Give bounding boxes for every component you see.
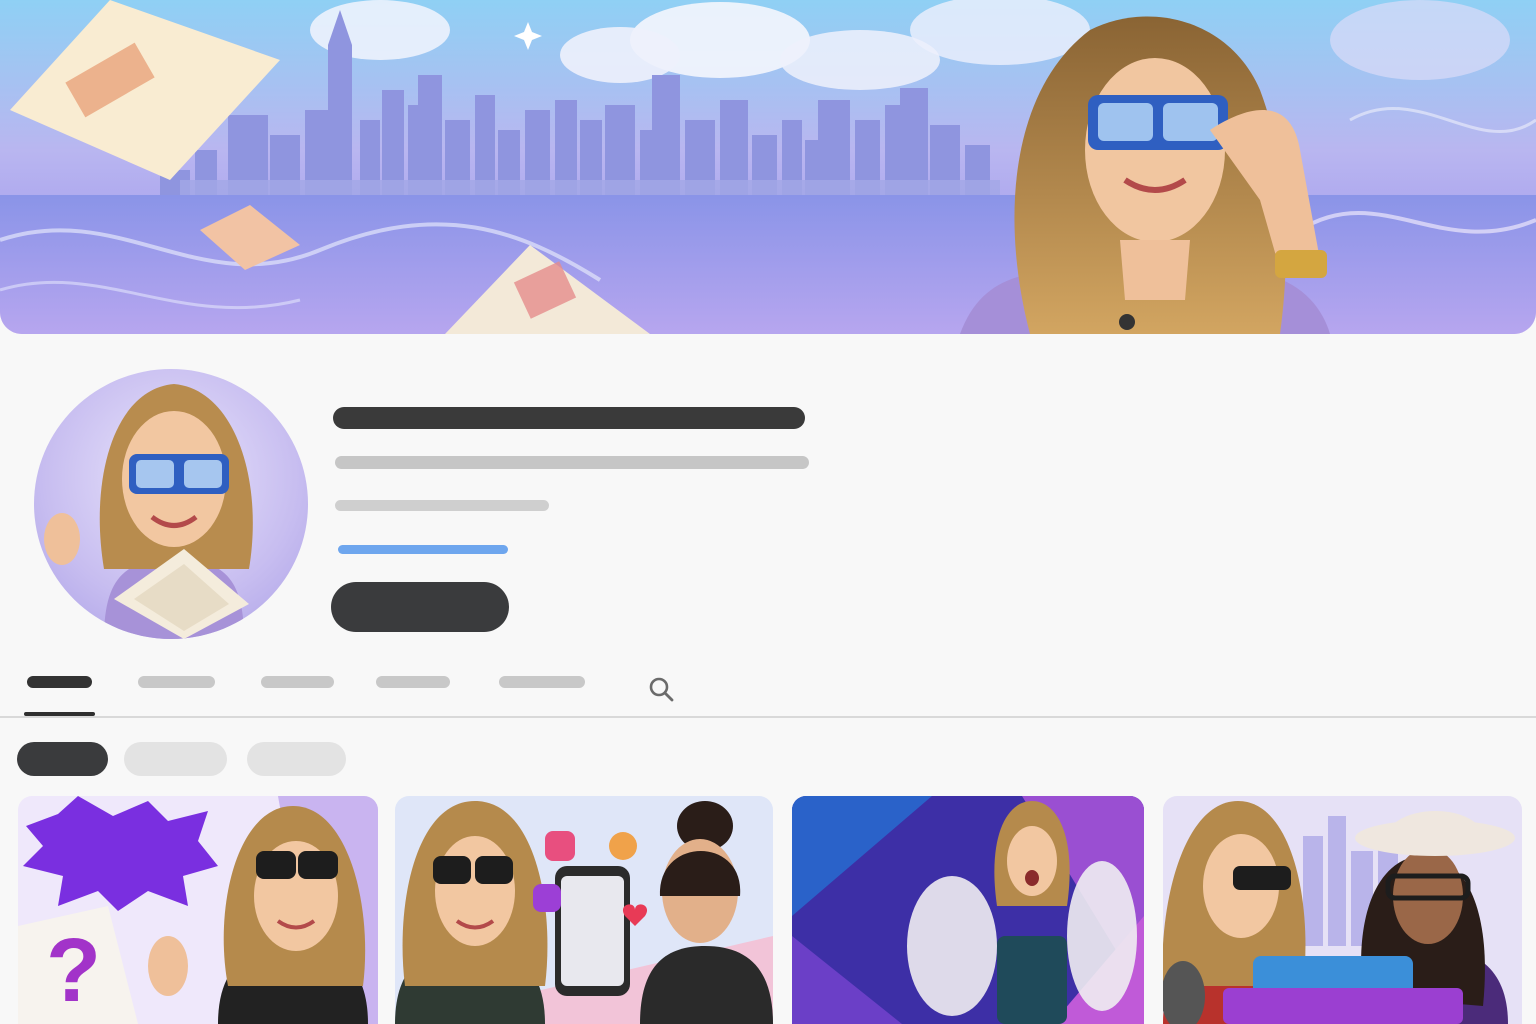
- thumbnail-art-4: [1163, 796, 1522, 1024]
- tab-community[interactable]: [499, 676, 585, 688]
- channel-description[interactable]: [335, 500, 549, 511]
- video-thumbnail-1[interactable]: ?: [18, 796, 378, 1024]
- filter-chip-oldest[interactable]: [247, 742, 346, 776]
- tab-home[interactable]: [27, 676, 92, 688]
- tab-playlists[interactable]: [376, 676, 450, 688]
- thumbnail-art-2: [395, 796, 773, 1024]
- channel-name: [333, 407, 805, 429]
- avatar-illustration: [44, 384, 253, 639]
- instagram-icon: [545, 831, 575, 861]
- filter-chip-popular[interactable]: [124, 742, 227, 776]
- channel-handle: [335, 456, 809, 469]
- channel-search-button[interactable]: [646, 674, 676, 704]
- thumbnail-art-3: [792, 796, 1144, 1024]
- video-thumbnail-4[interactable]: [1163, 796, 1522, 1024]
- video-thumbnail-2[interactable]: [395, 796, 773, 1024]
- video-thumbnail-3[interactable]: [792, 796, 1144, 1024]
- tabs-divider: [0, 716, 1536, 718]
- thumbnail-art-1: ?: [18, 796, 378, 1024]
- search-icon: [649, 677, 674, 702]
- channel-banner: [0, 0, 1536, 334]
- tab-videos[interactable]: [138, 676, 215, 688]
- question-mark-graphic: ?: [46, 921, 101, 1021]
- subscribe-button[interactable]: [331, 582, 509, 632]
- filter-chip-latest[interactable]: [17, 742, 108, 776]
- banner-illustration: [0, 0, 1536, 334]
- tab-shorts[interactable]: [261, 676, 334, 688]
- channel-link[interactable]: [338, 545, 508, 554]
- channel-avatar[interactable]: [34, 369, 308, 639]
